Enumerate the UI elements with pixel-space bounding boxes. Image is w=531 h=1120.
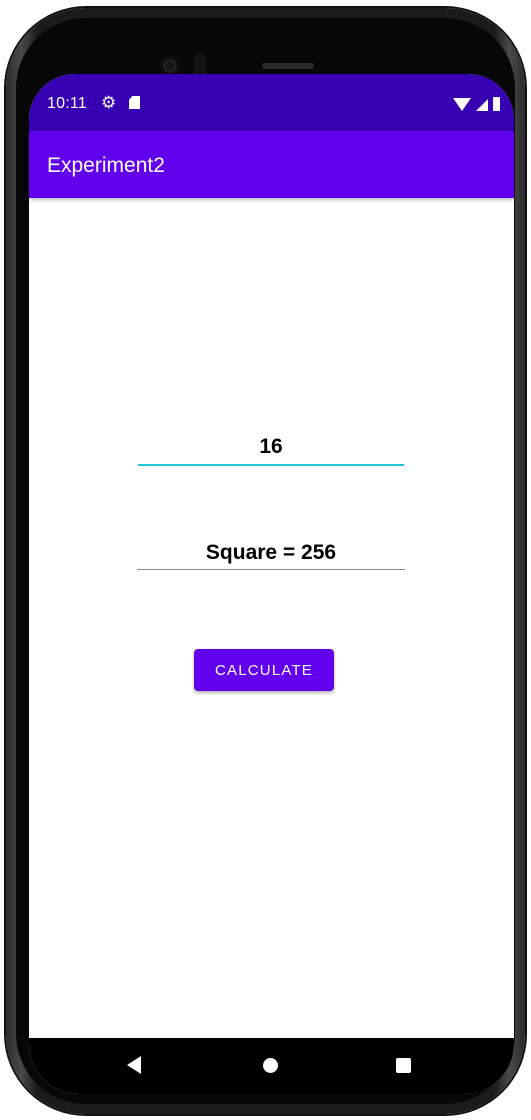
- sd-card-icon: [129, 96, 140, 109]
- app-bar: Experiment2: [29, 131, 514, 198]
- square-result: Square = 256: [137, 536, 405, 570]
- signal-icon: [476, 99, 488, 111]
- status-bar: 10:11 ⚙: [29, 74, 514, 131]
- number-input[interactable]: [138, 430, 404, 466]
- app-title: Experiment2: [47, 154, 165, 177]
- earpiece-speaker: [262, 63, 314, 69]
- front-camera: [160, 56, 180, 76]
- battery-icon: [493, 97, 500, 111]
- status-time: 10:11: [47, 95, 87, 112]
- home-icon[interactable]: [263, 1058, 278, 1073]
- back-icon[interactable]: [127, 1056, 141, 1074]
- device-screen: 10:11 ⚙ Experiment2 Square = 256 CALCULA…: [29, 74, 514, 1094]
- recents-icon[interactable]: [396, 1058, 411, 1073]
- wifi-icon: [453, 98, 471, 111]
- calculate-button[interactable]: CALCULATE: [194, 649, 334, 691]
- status-icons-right: [453, 95, 500, 111]
- gear-icon: ⚙: [101, 93, 117, 112]
- navigation-bar: [29, 1038, 514, 1094]
